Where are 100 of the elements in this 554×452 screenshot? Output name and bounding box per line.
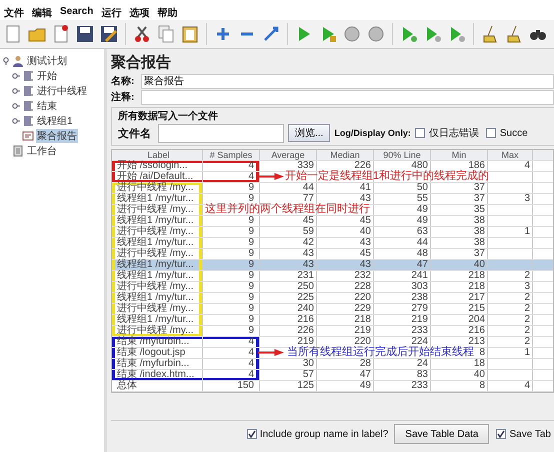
column-header[interactable]: Median xyxy=(317,150,374,160)
table-cell: 77 xyxy=(260,194,317,204)
table-cell: 9 xyxy=(203,293,260,303)
tree-item[interactable]: 工作台 xyxy=(26,144,58,158)
menu-item[interactable]: 帮助 xyxy=(157,6,178,20)
column-header[interactable]: Average xyxy=(260,150,317,160)
table-cell: 228 xyxy=(317,282,374,292)
table-cell: 35 xyxy=(431,205,488,215)
checkbox[interactable] xyxy=(246,429,257,439)
table-row[interactable]: 线程组1 /my/tur... 9 43 43 47 40 xyxy=(112,260,553,271)
table-cell: 线程组1 /my/tur... xyxy=(115,194,203,204)
table-cell: 224 xyxy=(374,337,431,347)
file-field[interactable] xyxy=(158,124,284,142)
expand-icon[interactable] xyxy=(2,56,10,64)
table-row[interactable]: 结束 /index.htm... 4 57 47 83 40 xyxy=(112,370,553,381)
column-header[interactable]: Label xyxy=(115,150,203,160)
table-cell: 结束 /logout.jsp xyxy=(115,348,203,358)
table-cell: 232 xyxy=(317,271,374,281)
table-cell: 38 xyxy=(431,227,488,237)
comment-label: 注释: xyxy=(111,90,136,104)
table-cell: 9 xyxy=(203,271,260,281)
table-row[interactable]: 线程组1 /my/tur... 9 216 218 219 204 2 xyxy=(112,315,553,326)
collapsed-node-icon[interactable] xyxy=(12,86,20,94)
table-cell: 线程组1 /my/tur... xyxy=(115,260,203,270)
table-cell: 进行中线程 /my... xyxy=(115,326,203,336)
tree-item[interactable]: 线程组1 xyxy=(36,114,74,128)
checkbox[interactable] xyxy=(486,128,496,138)
stop-icon[interactable] xyxy=(342,24,362,44)
table-cell: 186 xyxy=(431,161,488,171)
paste-icon[interactable] xyxy=(180,24,200,44)
table-cell: 59 xyxy=(260,227,317,237)
table-cell: 进行中线程 /my... xyxy=(115,205,203,215)
menu-item[interactable]: 选项 xyxy=(129,6,150,20)
table-cell: 2 xyxy=(488,271,533,281)
person-icon xyxy=(12,54,24,66)
table-cell: 线程组1 /my/tur... xyxy=(115,315,203,325)
table-cell: 42 xyxy=(260,238,317,248)
tree-item[interactable]: 聚合报告 xyxy=(36,128,78,142)
checkbox[interactable] xyxy=(496,429,506,439)
table-cell: 219 xyxy=(317,326,374,336)
menu-item[interactable]: 编辑 xyxy=(32,6,52,20)
table-cell: 2 xyxy=(488,293,533,303)
copy-icon[interactable] xyxy=(156,24,176,44)
table-cell: 9 xyxy=(203,238,260,248)
table-cell: 结束 /index.htm... xyxy=(115,370,203,380)
table-row[interactable]: 线程组1 /my/tur... 9 225 220 238 217 2 xyxy=(112,293,553,304)
collapsed-node-icon[interactable] xyxy=(12,102,20,110)
checkbox[interactable] xyxy=(414,128,425,138)
column-header[interactable]: 90% Line xyxy=(374,150,431,160)
collapsed-node-icon[interactable] xyxy=(12,116,20,124)
table-cell: 218 xyxy=(317,315,374,325)
name-field[interactable]: 聚合报告 xyxy=(141,74,554,88)
table-row[interactable]: 进行中线程 /my... 9 44 41 50 37 xyxy=(112,183,553,194)
spool-icon xyxy=(22,84,34,96)
tree-item[interactable]: 进行中线程 xyxy=(36,84,88,98)
clipboard-icon xyxy=(12,144,24,156)
browse-button[interactable]: 浏览... xyxy=(288,124,330,142)
column-header[interactable]: Min xyxy=(431,150,488,160)
table-row[interactable]: 进行中线程 /my... 9 226 219 233 216 2 xyxy=(112,326,553,337)
comment-field[interactable] xyxy=(141,90,554,104)
column-header[interactable]: # Samples xyxy=(203,150,260,160)
table-cell: 229 xyxy=(317,304,374,314)
table-cell: 开始 /ai/Default... xyxy=(115,172,203,182)
table-row[interactable]: 进行中线程 /my... 9 59 40 63 38 1 xyxy=(112,227,553,238)
table-cell: 40 xyxy=(431,260,488,270)
menu-item[interactable]: 文件 xyxy=(4,6,24,20)
table-cell: 204 xyxy=(431,315,488,325)
save-icon[interactable] xyxy=(75,24,95,44)
table-cell: 4 xyxy=(203,348,260,358)
save-table-data-button[interactable]: Save Table Data xyxy=(394,424,490,444)
column-header[interactable]: Max xyxy=(488,150,533,160)
table-cell: 63 xyxy=(374,227,431,237)
table-row[interactable]: 线程组1 /my/tur... 9 45 45 49 38 xyxy=(112,216,553,227)
group-title: 所有数据写入一个文件 xyxy=(118,111,218,122)
table-row[interactable]: 进行中线程 /my... 9 250 228 303 218 3 xyxy=(112,282,553,293)
table-cell: 结束 /myfurbin... xyxy=(115,337,203,347)
table-row[interactable]: 线程组1 /my/tur... 9 231 232 241 218 2 xyxy=(112,271,553,282)
spool-icon xyxy=(22,100,34,112)
table-cell: 1 xyxy=(488,348,533,358)
table-row[interactable]: 总体 150 125 49 233 8 4 xyxy=(112,381,553,392)
menu-item[interactable]: 运行 xyxy=(101,6,122,20)
table-cell: 28 xyxy=(317,359,374,369)
name-label: 名称: xyxy=(111,74,136,88)
table-cell: 9 xyxy=(203,194,260,204)
table-cell: 30 xyxy=(260,359,317,369)
menu-item[interactable]: Search xyxy=(60,6,94,20)
collapsed-node-icon[interactable] xyxy=(12,72,20,80)
table-row[interactable]: 线程组1 /my/tur... 9 42 43 44 38 xyxy=(112,238,553,249)
table-row[interactable]: 结束 /myfurbin... 4 30 28 24 18 xyxy=(112,359,553,370)
table-cell: 2 xyxy=(488,315,533,325)
cut-icon[interactable] xyxy=(132,24,152,44)
tree-item[interactable]: 开始 xyxy=(36,68,58,82)
table-cell: 1 xyxy=(488,227,533,237)
stop-icon[interactable] xyxy=(366,24,386,44)
table-cell: 开始 /ssologin... xyxy=(115,161,203,171)
tree-item[interactable]: 测试计划 xyxy=(26,54,68,68)
table-cell: 226 xyxy=(260,326,317,336)
table-cell: 279 xyxy=(374,304,431,314)
tree-item[interactable]: 结束 xyxy=(36,98,58,112)
table-row[interactable]: 进行中线程 /my... 9 240 229 279 215 2 xyxy=(112,304,553,315)
